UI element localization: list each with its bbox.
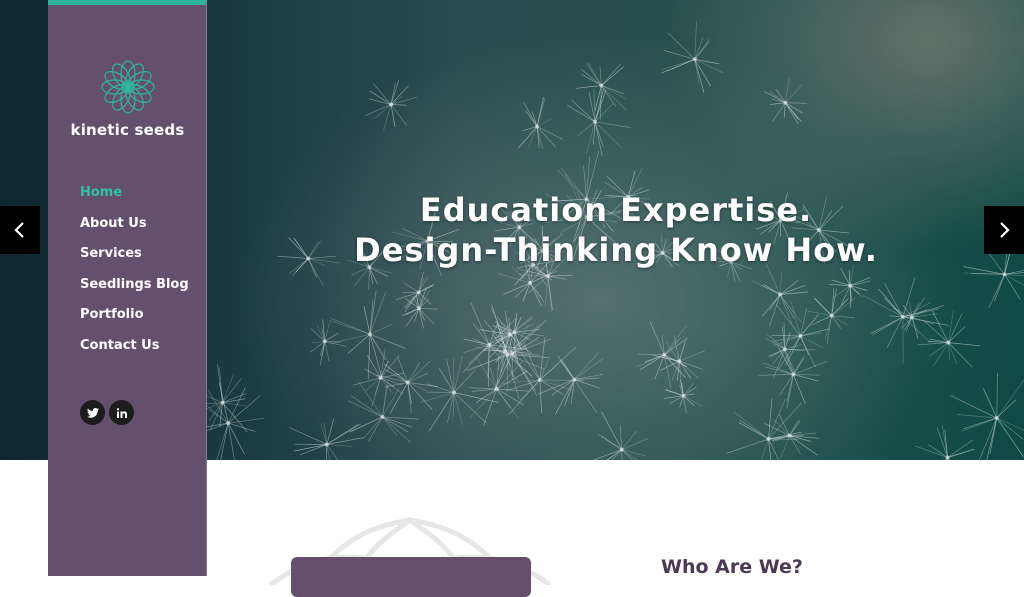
sidebar: kinetic seeds Home About Us Services See… [48,0,207,576]
nav-item-seedlings-blog[interactable]: Seedlings Blog [80,275,189,306]
twitter-icon [87,408,99,418]
feature-card [291,557,531,597]
slider-prev-button[interactable] [0,206,40,254]
nav-item-about-us[interactable]: About Us [80,214,189,245]
hero-headline: Education Expertise. Design-Thinking Kno… [208,190,1024,270]
section-heading: Who Are We? [661,556,803,578]
nav-item-portfolio[interactable]: Portfolio [80,305,189,336]
main-nav: Home About Us Services Seedlings Blog Po… [80,183,189,366]
nav-item-services[interactable]: Services [80,244,189,275]
twitter-button[interactable] [80,400,105,425]
hero-headline-line-2: Design-Thinking Know How. [208,230,1024,270]
chevron-right-icon [997,220,1011,240]
nav-item-contact-us[interactable]: Contact Us [80,336,189,367]
hero-headline-line-1: Education Expertise. [208,190,1024,230]
social-links [80,400,134,425]
slider-next-button[interactable] [984,206,1024,254]
mandala-flower-icon[interactable] [96,55,160,119]
linkedin-button[interactable] [109,400,134,425]
chevron-left-icon [13,220,27,240]
nav-item-home[interactable]: Home [80,183,189,214]
brand-name[interactable]: kinetic seeds [48,121,207,139]
linkedin-icon [117,408,127,418]
